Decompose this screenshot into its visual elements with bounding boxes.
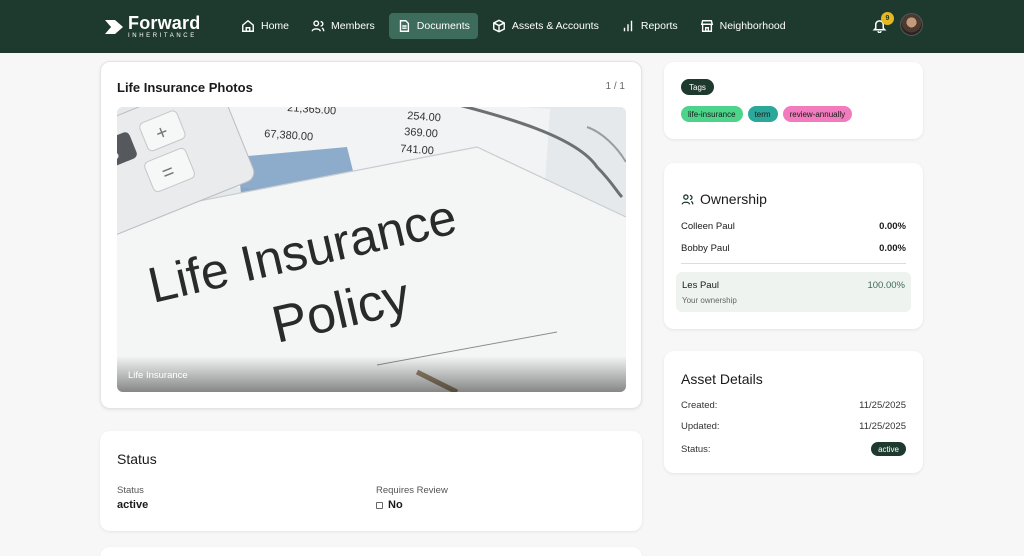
created-value: 11/25/2025 [859, 400, 906, 411]
figure-text: 254.00 [407, 110, 441, 124]
self-owner-percent: 100.00% [867, 280, 905, 291]
nav-label: Members [331, 20, 375, 32]
nav-label: Home [261, 20, 290, 32]
asset-details-title: Asset Details [681, 371, 763, 387]
nav-label: Documents [416, 20, 470, 32]
nav-label: Reports [640, 20, 678, 32]
status-label: Status [117, 485, 144, 496]
nav-neighborhood[interactable]: Neighborhood [692, 13, 794, 39]
owner-name: Colleen Paul [681, 221, 735, 232]
photos-card: Life Insurance Photos 1 / 1 21,365.00 67… [100, 61, 642, 409]
next-card [100, 547, 642, 556]
created-label: Created: [681, 400, 718, 411]
figure-text: 369.00 [404, 126, 438, 140]
life-insurance-photo: 21,365.00 67,380.00 254.00 369.00 741.00… [117, 107, 626, 392]
tags-header: Tags [681, 79, 714, 95]
created-row: Created: 11/25/2025 [681, 400, 906, 411]
top-nav: Forward INHERITANCE Home Members Documen… [0, 0, 1024, 53]
updated-row: Updated: 11/25/2025 [681, 421, 906, 432]
brand-tagline: INHERITANCE [128, 33, 197, 39]
owner-row: Colleen Paul 0.00% [681, 221, 906, 232]
requires-review-text: No [388, 499, 403, 511]
box-icon [492, 19, 505, 33]
nav-label: Assets & Accounts [511, 20, 599, 32]
status-value: active [117, 499, 149, 511]
tag-review-annually[interactable]: review-annually [782, 106, 853, 122]
status-label: Status: [681, 443, 711, 455]
updated-value: 11/25/2025 [859, 421, 906, 432]
requires-review-value: No [376, 499, 403, 511]
owner-percent: 0.00% [879, 243, 906, 254]
bar-chart-icon [623, 20, 633, 32]
updated-label: Updated: [681, 421, 720, 432]
tag-list: life-insurance term review-annually [681, 106, 853, 122]
status-row: Status: active [681, 442, 906, 456]
nav-home[interactable]: Home [233, 13, 297, 39]
nav-documents[interactable]: Documents [388, 13, 478, 39]
self-owner-name: Les Paul [682, 280, 719, 291]
photo-viewer[interactable]: 21,365.00 67,380.00 254.00 369.00 741.00… [117, 107, 626, 392]
owner-percent: 0.00% [879, 221, 906, 232]
ownership-card: Ownership Colleen Paul 0.00% Bobby Paul … [664, 163, 923, 329]
user-avatar[interactable] [900, 13, 923, 36]
status-badge: active [871, 442, 906, 456]
owner-name: Bobby Paul [681, 243, 730, 254]
home-icon [242, 19, 254, 32]
brand-logo[interactable]: Forward INHERITANCE [103, 14, 200, 39]
nav-assets-accounts[interactable]: Assets & Accounts [484, 13, 607, 39]
users-icon [681, 193, 694, 205]
tags-card: Tags life-insurance term review-annually [664, 62, 923, 139]
tag-life-insurance[interactable]: life-insurance [681, 106, 743, 122]
asset-details-card: Asset Details Created: 11/25/2025 Update… [664, 351, 923, 473]
photos-title: Life Insurance Photos [117, 80, 253, 95]
requires-review-checkbox[interactable] [376, 501, 383, 509]
nav-label: Neighborhood [719, 20, 786, 32]
document-icon [399, 20, 409, 32]
ownership-title-text: Ownership [700, 191, 767, 207]
store-icon [700, 20, 713, 32]
self-owner-note: Your ownership [682, 296, 737, 305]
nav-members[interactable]: Members [303, 13, 383, 39]
logo-arrow-icon [103, 19, 123, 34]
photo-caption: Life Insurance [128, 370, 188, 381]
nav-reports[interactable]: Reports [613, 13, 686, 39]
photo-counter: 1 / 1 [605, 81, 625, 92]
status-card: Status Status active Requires Review No [100, 431, 642, 531]
own-ownership-row: Les Paul 100.00% Your ownership [676, 272, 911, 312]
users-icon [311, 20, 325, 32]
tag-term[interactable]: term [747, 106, 778, 122]
notification-count-badge: 9 [881, 12, 894, 25]
ownership-title: Ownership [681, 191, 767, 207]
status-card-title: Status [117, 451, 157, 467]
owner-row: Bobby Paul 0.00% [681, 243, 906, 254]
figure-text: 741.00 [400, 143, 434, 157]
photo-caption-shade [117, 356, 626, 392]
requires-review-label: Requires Review [376, 485, 448, 496]
brand-name: Forward [128, 13, 201, 33]
ownership-divider [681, 263, 906, 264]
